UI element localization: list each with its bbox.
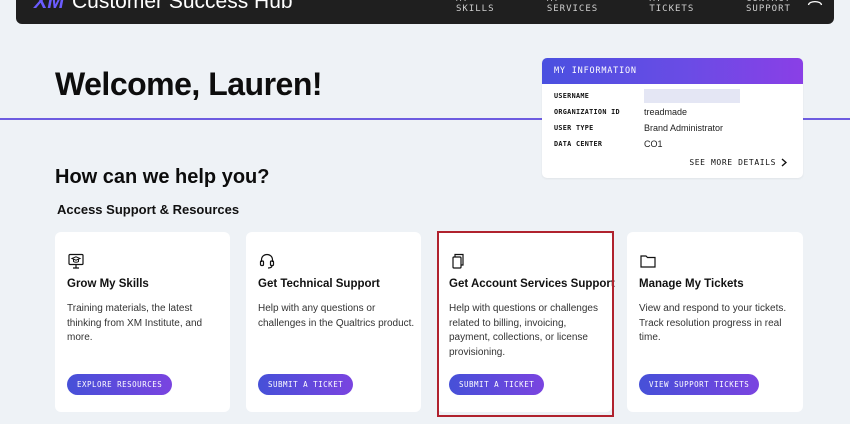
submit-ticket-technical-button[interactable]: SUBMIT A TICKET — [258, 374, 354, 395]
card-grow-my-skills: Grow My Skills Training materials, the l… — [55, 232, 230, 412]
explore-resources-button[interactable]: EXPLORE RESOURCES — [67, 374, 173, 395]
card-get-account-services-support: Get Account Services Support Help with q… — [437, 232, 615, 412]
card-description: Help with any questions or challenges in… — [258, 303, 415, 329]
my-information-panel: MY INFORMATION USERNAME ORGANIZATION ID … — [542, 58, 803, 178]
folder-icon — [640, 255, 656, 268]
help-heading: How can we help you? — [55, 166, 270, 188]
card-manage-my-tickets: Manage My Tickets View and respond to yo… — [627, 232, 803, 412]
card-title: Manage My Tickets — [639, 278, 744, 290]
xm-logo-mark: XM — [34, 0, 64, 13]
info-row-data-center: DATA CENTER CO1 — [554, 136, 791, 152]
nav-item-my-tickets[interactable]: MY TICKETS — [649, 0, 708, 14]
info-value: CO1 — [644, 139, 663, 149]
card-description: Help with questions or challenges relate… — [449, 303, 598, 358]
info-key: DATA CENTER — [554, 140, 603, 148]
card-title: Grow My Skills — [67, 278, 149, 290]
nav-item-my-skills[interactable]: MY SKILLS — [456, 0, 509, 14]
info-row-username: USERNAME — [554, 88, 791, 104]
user-icon[interactable] — [806, 0, 824, 6]
copy-documents-icon — [452, 253, 464, 269]
card-get-technical-support: Get Technical Support Help with any ques… — [246, 232, 421, 412]
info-row-organization-id: ORGANIZATION ID treadmade — [554, 104, 791, 120]
info-rows: USERNAME ORGANIZATION ID treadmade USER … — [542, 84, 803, 152]
section-heading: Access Support & Resources — [57, 202, 240, 217]
top-navigation-bar: XM Customer Success Hub MY SKILLS MY SER… — [16, 0, 834, 24]
screen-learning-icon — [68, 253, 84, 269]
info-row-user-type: USER TYPE Brand Administrator — [554, 120, 791, 136]
nav-item-my-services[interactable]: MY SERVICES — [547, 0, 612, 14]
chevron-right-icon — [781, 158, 787, 167]
info-value: treadmade — [644, 107, 688, 117]
submit-ticket-account-button[interactable]: SUBMIT A TICKET — [449, 374, 545, 395]
see-more-label: SEE MORE DETAILS — [689, 158, 776, 167]
card-description: View and respond to your tickets. Track … — [639, 303, 787, 343]
username-redacted-value — [644, 89, 740, 103]
info-value: Brand Administrator — [644, 123, 724, 133]
headset-icon — [259, 253, 275, 269]
app-title: Customer Success Hub — [72, 0, 293, 13]
info-key: USER TYPE — [554, 124, 594, 132]
see-more-details-link[interactable]: SEE MORE DETAILS — [689, 158, 787, 167]
card-title: Get Technical Support — [258, 278, 380, 290]
info-panel-title: MY INFORMATION — [542, 58, 803, 84]
info-key: USERNAME — [554, 92, 590, 100]
page-title: Welcome, Lauren! — [55, 66, 323, 102]
logo[interactable]: XM Customer Success Hub — [34, 0, 293, 14]
card-title: Get Account Services Support — [449, 278, 615, 290]
view-support-tickets-button[interactable]: VIEW SUPPORT TICKETS — [639, 374, 760, 395]
nav-menu: MY SKILLS MY SERVICES MY TICKETS CONTACT… — [456, 0, 834, 14]
card-description: Training materials, the latest thinking … — [67, 303, 203, 343]
info-key: ORGANIZATION ID — [554, 108, 620, 116]
